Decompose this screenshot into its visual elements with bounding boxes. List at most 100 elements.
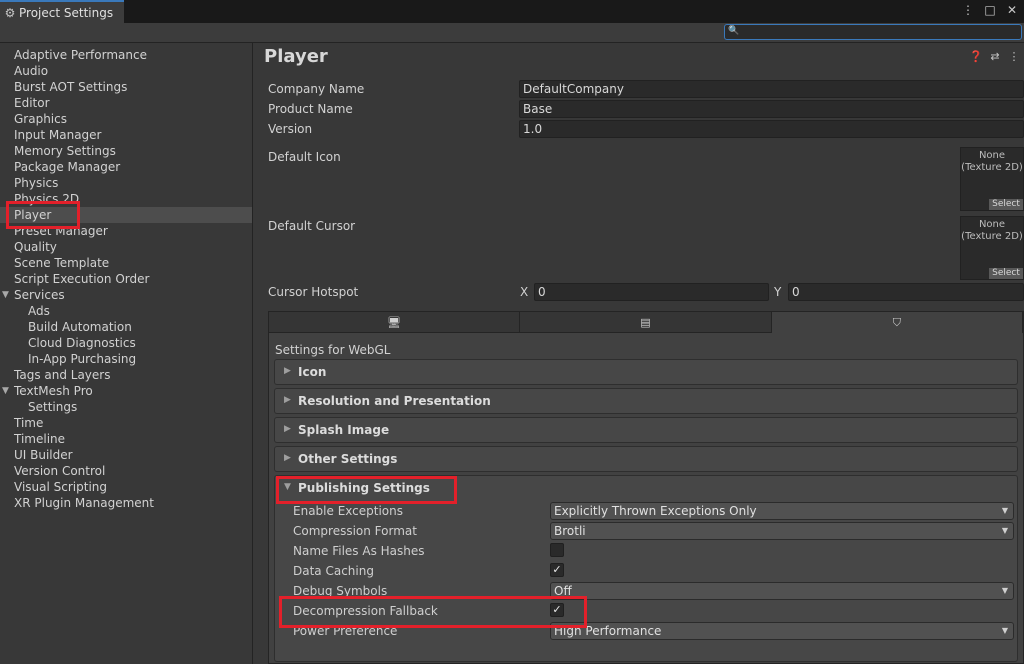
main-panel: Player ❓ ⇄ ⋮ Company Name DefaultCompany… [254,43,1024,664]
sidebar-item-physics[interactable]: Physics [0,175,252,191]
default-icon-select-button[interactable]: Select [989,199,1023,210]
default-icon-label: Default Icon [268,150,341,164]
dropdown-value: Brotli [554,524,586,538]
power-preference-dropdown[interactable]: High Performance ▼ [550,622,1014,640]
data-caching-label: Data Caching [293,564,374,578]
sidebar-item-textmesh-settings[interactable]: Settings [0,399,252,415]
name-files-as-hashes-checkbox[interactable] [550,543,564,557]
sidebar-item-build-automation[interactable]: Build Automation [0,319,252,335]
enable-exceptions-dropdown[interactable]: Explicitly Thrown Exceptions Only ▼ [550,502,1014,520]
sidebar-item-time[interactable]: Time [0,415,252,431]
sidebar-item-ui-builder[interactable]: UI Builder [0,447,252,463]
title-bar: ⚙ Project Settings ⋮ □ ✕ [0,0,1024,23]
sidebar-item-input-manager[interactable]: Input Manager [0,127,252,143]
html5-icon: ⛉ [892,315,901,329]
dropdown-value: Explicitly Thrown Exceptions Only [554,504,757,518]
window-controls: ⋮ □ ✕ [962,3,1018,17]
project-settings-tab[interactable]: ⚙ Project Settings [0,0,124,23]
tab-standalone[interactable]: 🖥 [269,312,521,333]
compression-format-label: Compression Format [293,524,417,538]
product-name-field[interactable]: Base [519,100,1024,118]
sidebar-item-memory-settings[interactable]: Memory Settings [0,143,252,159]
sidebar-item-tags-and-layers[interactable]: Tags and Layers [0,367,252,383]
chevron-down-icon: ▼ [1001,626,1008,635]
search-field[interactable]: 🔍 [724,24,1022,40]
default-icon-field[interactable]: None (Texture 2D) Select [960,147,1024,211]
debug-symbols-dropdown[interactable]: Off ▼ [550,582,1014,600]
sidebar-item-services[interactable]: ▼ Services [0,287,252,303]
maximize-icon[interactable]: □ [984,3,996,17]
data-caching-checkbox[interactable]: ✓ [550,563,564,577]
checkmark-icon: ✓ [552,603,562,616]
server-icon: ▤ [640,315,651,329]
hotspot-x-field[interactable]: 0 [534,283,769,301]
monitor-icon: 🖥 [387,315,402,329]
hotspot-y-label: Y [774,285,782,299]
compression-format-dropdown[interactable]: Brotli ▼ [550,522,1014,540]
debug-symbols-label: Debug Symbols [293,584,388,598]
splash-image-foldout[interactable]: ▶ Splash Image [274,417,1018,443]
foldout-title: Other Settings [298,452,398,466]
expanded-arrow-icon[interactable]: ▼ [2,287,9,303]
sidebar-item-script-execution-order[interactable]: Script Execution Order [0,271,252,287]
default-cursor-label: Default Cursor [268,219,356,233]
sidebar-item-graphics[interactable]: Graphics [0,111,252,127]
presets-icon[interactable]: ⇄ [989,50,1001,63]
tab-dedicated-server[interactable]: ▤ [520,312,772,333]
power-preference-label: Power Preference [293,624,398,638]
sidebar-item-cloud-diagnostics[interactable]: Cloud Diagnostics [0,335,252,351]
resolution-foldout[interactable]: ▶ Resolution and Presentation [274,388,1018,414]
sidebar-item-preset-manager[interactable]: Preset Manager [0,223,252,239]
decompression-fallback-checkbox[interactable]: ✓ [550,603,564,617]
search-input[interactable] [741,25,1017,39]
default-icon-type: (Texture 2D) [961,162,1023,173]
checkmark-icon: ✓ [552,563,562,576]
chevron-down-icon: ▼ [1001,506,1008,515]
sidebar-item-version-control[interactable]: Version Control [0,463,252,479]
sidebar-item-scene-template[interactable]: Scene Template [0,255,252,271]
sidebar-item-package-manager[interactable]: Package Manager [0,159,252,175]
tab-webgl[interactable]: ⛉ [771,312,1023,333]
sidebar-item-textmesh-pro[interactable]: ▼ TextMesh Pro [0,383,252,399]
sidebar-item-quality[interactable]: Quality [0,239,252,255]
hotspot-y-field[interactable]: 0 [788,283,1024,301]
version-field[interactable]: 1.0 [519,120,1024,138]
default-cursor-field[interactable]: None (Texture 2D) Select [960,216,1024,280]
sidebar-item-player[interactable]: Player [0,207,252,223]
default-cursor-type: (Texture 2D) [961,231,1023,242]
more-icon[interactable]: ⋮ [1008,50,1020,63]
sidebar-item-label: TextMesh Pro [14,384,93,398]
platform-settings-box: 🖥 ▤ ⛉ Settings for WebGL ▶ Icon ▶ Resolu… [268,311,1024,664]
expanded-arrow-icon: ▼ [284,482,291,492]
toolbar: 🔍 [0,23,1024,43]
settings-for-label: Settings for WebGL [275,343,391,357]
sidebar-item-timeline[interactable]: Timeline [0,431,252,447]
default-icon-none: None [978,150,1006,161]
sidebar-item-visual-scripting[interactable]: Visual Scripting [0,479,252,495]
collapsed-arrow-icon: ▶ [284,453,291,463]
sidebar-item-xr-plugin-management[interactable]: XR Plugin Management [0,495,252,511]
collapsed-arrow-icon: ▶ [284,424,291,434]
company-name-label: Company Name [268,82,365,96]
default-cursor-none: None [978,219,1006,230]
expanded-arrow-icon[interactable]: ▼ [2,383,9,399]
chevron-down-icon: ▼ [1001,526,1008,535]
more-options-icon[interactable]: ⋮ [962,3,974,17]
sidebar-item-burst-aot-settings[interactable]: Burst AOT Settings [0,79,252,95]
company-name-field[interactable]: DefaultCompany [519,80,1024,98]
sidebar-item-editor[interactable]: Editor [0,95,252,111]
name-files-as-hashes-label: Name Files As Hashes [293,544,425,558]
sidebar-item-adaptive-performance[interactable]: Adaptive Performance [0,47,252,63]
sidebar-item-ads[interactable]: Ads [0,303,252,319]
sidebar-item-label: Services [14,288,65,302]
icon-foldout[interactable]: ▶ Icon [274,359,1018,385]
foldout-title: Icon [298,365,327,379]
sidebar-item-in-app-purchasing[interactable]: In-App Purchasing [0,351,252,367]
product-name-label: Product Name [268,102,353,116]
default-cursor-select-button[interactable]: Select [989,268,1023,279]
help-icon[interactable]: ❓ [969,50,983,63]
close-icon[interactable]: ✕ [1006,3,1018,17]
sidebar-item-audio[interactable]: Audio [0,63,252,79]
other-settings-foldout[interactable]: ▶ Other Settings [274,446,1018,472]
sidebar-item-physics-2d[interactable]: Physics 2D [0,191,252,207]
